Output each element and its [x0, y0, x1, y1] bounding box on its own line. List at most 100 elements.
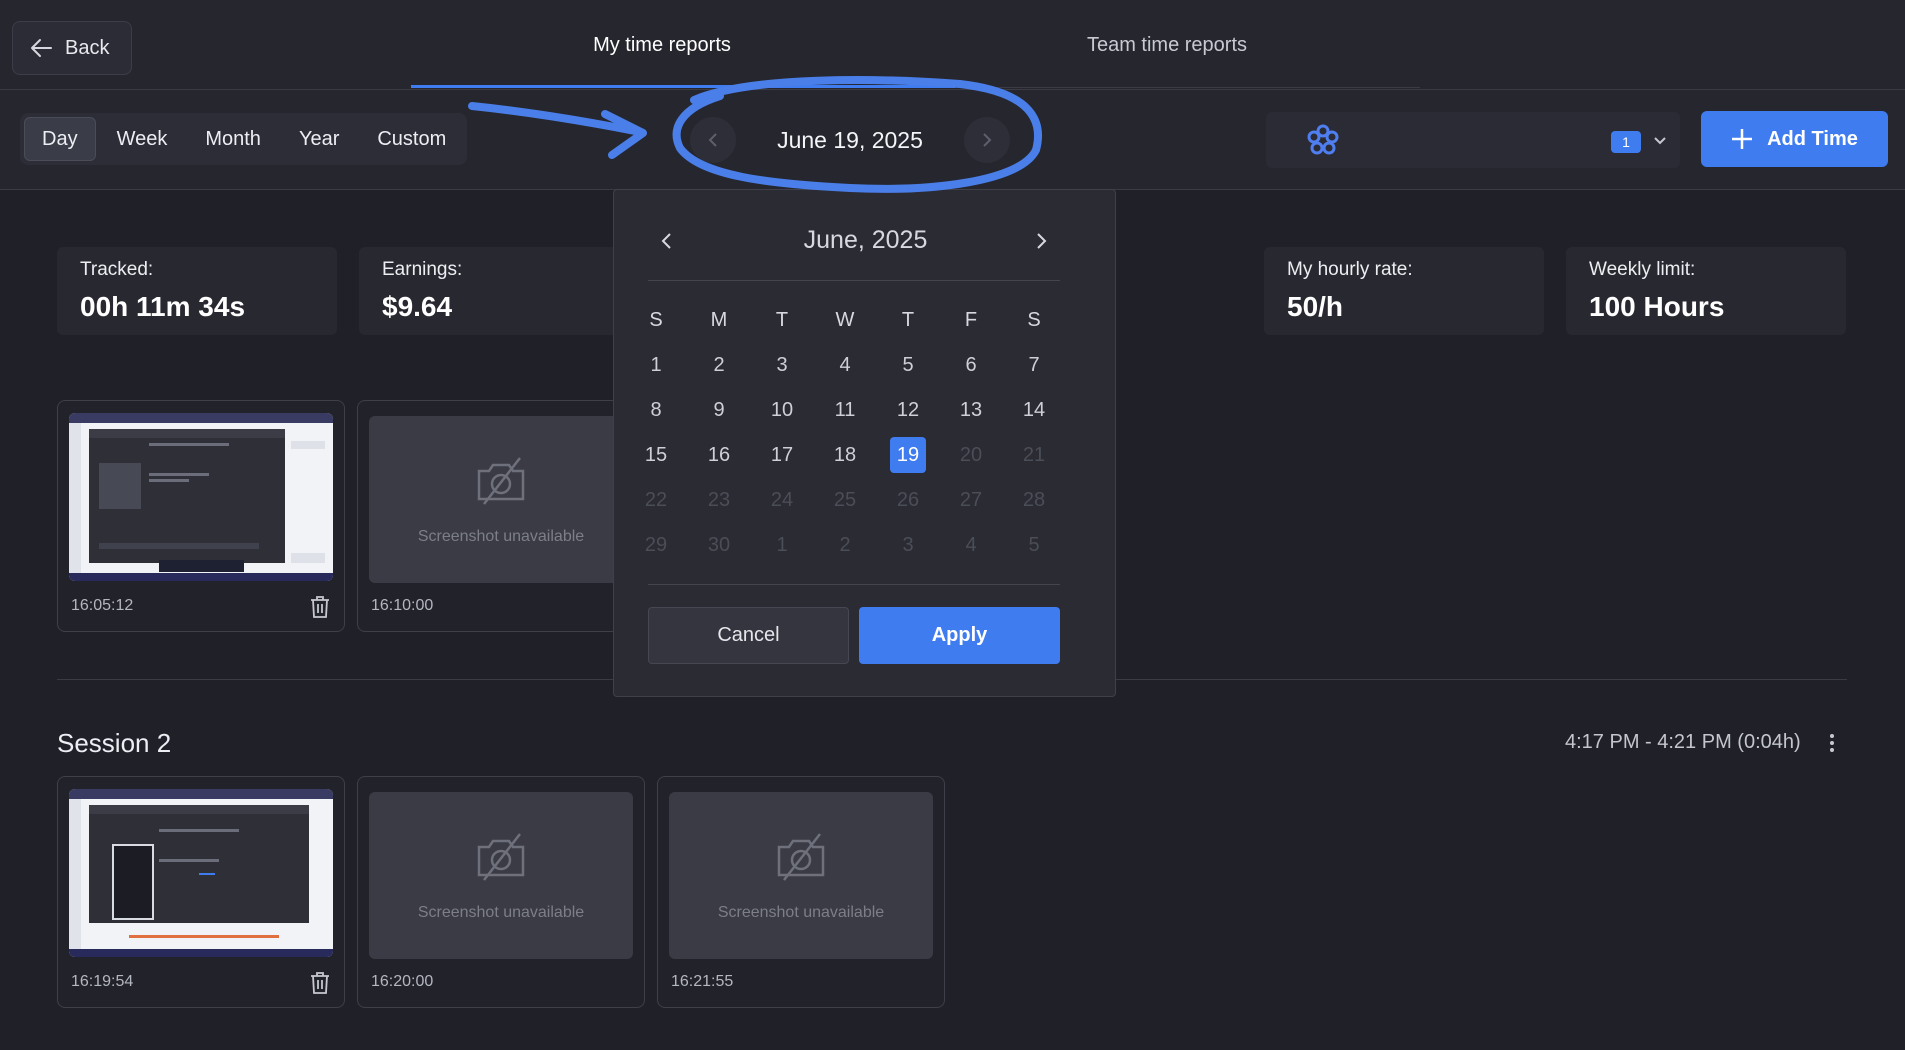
- period-month-button[interactable]: Month: [188, 117, 278, 161]
- calendar-day: 23: [707, 488, 731, 511]
- calendar-day[interactable]: 11: [827, 392, 863, 428]
- period-week-button[interactable]: Week: [100, 117, 185, 161]
- tab-label: My time reports: [593, 33, 731, 56]
- calendar-day: 5: [1028, 533, 1040, 556]
- calendar-day[interactable]: 16: [701, 437, 737, 473]
- team-count-badge: 1: [1611, 131, 1641, 153]
- selected-date[interactable]: June 19, 2025: [777, 127, 923, 154]
- team-flower-icon: [1307, 124, 1339, 155]
- calendar-day: 28: [1022, 488, 1046, 511]
- screenshot-image: [69, 789, 333, 957]
- calendar-day[interactable]: 9: [701, 392, 737, 428]
- calendar-day[interactable]: 12: [890, 392, 926, 428]
- plus-icon: [1732, 129, 1753, 149]
- apply-button[interactable]: Apply: [859, 607, 1060, 664]
- calendar-footer-divider: [648, 584, 1060, 585]
- weekday-header: S: [1027, 308, 1041, 331]
- back-label: Back: [65, 36, 110, 59]
- camera-off-icon: [477, 833, 525, 881]
- calendar-day[interactable]: 4: [827, 347, 863, 383]
- screenshot-time: 16:19:54: [71, 973, 134, 990]
- screenshot-time: 16:20:00: [371, 973, 434, 990]
- calendar-header-divider: [648, 280, 1060, 281]
- team-select[interactable]: 1: [1266, 112, 1680, 168]
- trash-icon[interactable]: [309, 595, 331, 619]
- stat-card-weekly-limit: Weekly limit: 100 Hours: [1566, 247, 1846, 335]
- cancel-button[interactable]: Cancel: [648, 607, 849, 664]
- screenshot-card[interactable]: Screenshot unavailable 16:21:55: [657, 776, 945, 1008]
- calendar-day: 24: [770, 488, 794, 511]
- calendar-day: 3: [902, 533, 914, 556]
- period-day-button[interactable]: Day: [24, 117, 96, 161]
- tab-team-time-reports[interactable]: Team time reports: [1045, 0, 1289, 90]
- weekday-header: F: [964, 308, 978, 331]
- next-date-button[interactable]: [963, 117, 1010, 163]
- date-picker-popup: June, 2025 S M T W T F S 1 2 3 4 5 6 7 8 9 10 11 12 13 14 15 1…: [613, 189, 1116, 697]
- stat-value: 50/h: [1287, 291, 1344, 322]
- screenshot-card[interactable]: 16:19:54: [57, 776, 345, 1008]
- calendar-day: 29: [644, 533, 668, 556]
- next-month-icon[interactable]: [1026, 226, 1056, 256]
- tab-my-time-reports[interactable]: My time reports: [540, 0, 784, 90]
- calendar-day: 1: [776, 533, 788, 556]
- unavailable-text: Screenshot unavailable: [417, 528, 585, 545]
- stat-label: Weekly limit:: [1589, 259, 1696, 280]
- previous-date-button[interactable]: [690, 117, 736, 163]
- calendar-day[interactable]: 15: [638, 437, 674, 473]
- tab-label: Team time reports: [1086, 33, 1248, 56]
- session-title: Session 2: [57, 728, 172, 758]
- camera-off-icon: [477, 457, 525, 505]
- session-time-range: 4:17 PM - 4:21 PM (0:04h): [1565, 731, 1801, 753]
- trash-icon[interactable]: [309, 971, 331, 995]
- calendar-day[interactable]: 14: [1016, 392, 1052, 428]
- add-time-button[interactable]: Add Time: [1701, 111, 1888, 167]
- calendar-day: 27: [959, 488, 983, 511]
- stat-card-earnings: Earnings: $9.64: [359, 247, 639, 335]
- screenshot-time: 16:10:00: [371, 597, 434, 614]
- calendar-day[interactable]: 13: [953, 392, 989, 428]
- screenshot-card[interactable]: 16:05:12: [57, 400, 345, 632]
- period-year-button[interactable]: Year: [282, 117, 356, 161]
- calendar-day: 2: [839, 533, 851, 556]
- screenshot-thumbnail[interactable]: [69, 413, 333, 581]
- stat-card-hourly-rate: My hourly rate: 50/h: [1264, 247, 1544, 335]
- active-tab-indicator: [411, 85, 955, 88]
- stat-value: 100 Hours: [1589, 291, 1725, 322]
- weekday-header: M: [710, 308, 728, 331]
- chevron-left-icon: [708, 133, 717, 147]
- weekday-header: S: [649, 308, 663, 331]
- calendar-day[interactable]: 8: [638, 392, 674, 428]
- screenshot-card[interactable]: Screenshot unavailable 16:10:00: [357, 400, 645, 632]
- add-time-label: Add Time: [1767, 127, 1858, 150]
- period-selector: Day Week Month Year Custom: [20, 113, 468, 165]
- period-custom-button[interactable]: Custom: [360, 117, 463, 161]
- calendar-day-selected[interactable]: 19: [890, 437, 926, 473]
- calendar-day[interactable]: 6: [953, 347, 989, 383]
- screenshot-card[interactable]: Screenshot unavailable 16:20:00: [357, 776, 645, 1008]
- screenshot-unavailable: Screenshot unavailable: [369, 792, 633, 959]
- more-options-icon[interactable]: [1826, 730, 1838, 756]
- calendar-day: 26: [896, 488, 920, 511]
- back-button[interactable]: Back: [12, 21, 132, 75]
- tab-divider: [955, 87, 1420, 88]
- stat-value: $9.64: [382, 291, 453, 322]
- calendar-day[interactable]: 2: [701, 347, 737, 383]
- screenshot-unavailable: Screenshot unavailable: [369, 416, 633, 583]
- calendar-day[interactable]: 18: [827, 437, 863, 473]
- calendar-day[interactable]: 1: [638, 347, 674, 383]
- calendar-day: 4: [965, 533, 977, 556]
- unavailable-text: Screenshot unavailable: [417, 904, 585, 921]
- calendar-day[interactable]: 10: [764, 392, 800, 428]
- screenshot-thumbnail[interactable]: [69, 789, 333, 957]
- screenshot-time: 16:05:12: [71, 597, 134, 614]
- report-controls: Day Week Month Year Custom June 19, 2025…: [0, 90, 1905, 190]
- calendar-day: 20: [959, 443, 983, 466]
- stat-label: Tracked:: [80, 259, 154, 280]
- calendar-day[interactable]: 3: [764, 347, 800, 383]
- calendar-day[interactable]: 5: [890, 347, 926, 383]
- screenshot-time: 16:21:55: [671, 973, 734, 990]
- weekday-header: W: [835, 308, 855, 331]
- camera-off-icon: [777, 833, 825, 881]
- calendar-day[interactable]: 7: [1016, 347, 1052, 383]
- calendar-day[interactable]: 17: [764, 437, 800, 473]
